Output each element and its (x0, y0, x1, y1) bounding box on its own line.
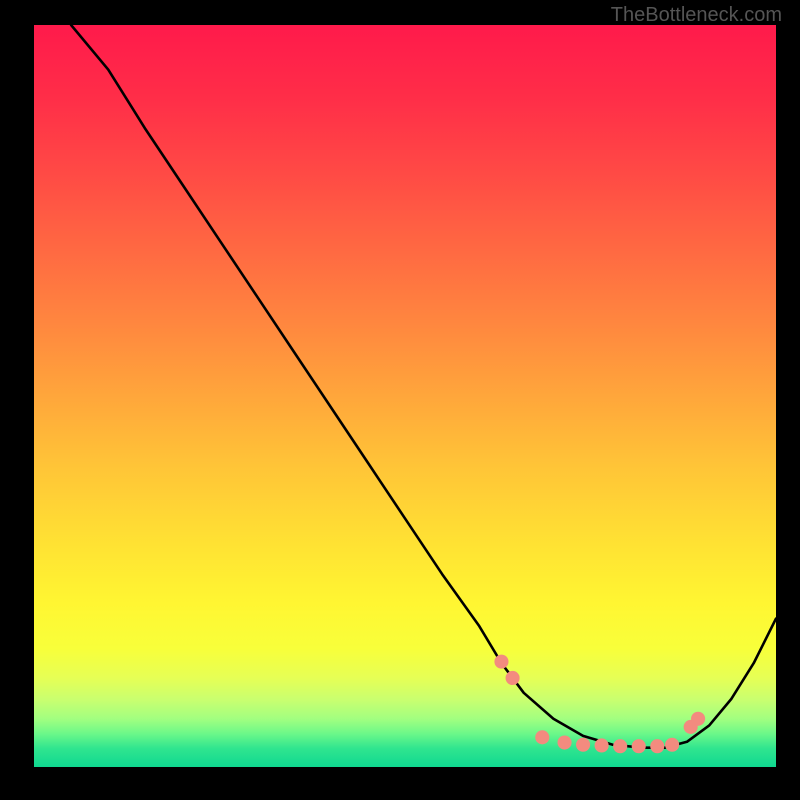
highlight-dot (613, 739, 627, 753)
highlight-dot (535, 730, 549, 744)
watermark-text: TheBottleneck.com (611, 4, 782, 27)
highlight-dot (665, 738, 679, 752)
highlight-dot (691, 712, 705, 726)
plot-area (34, 25, 776, 767)
highlight-dot (595, 738, 609, 752)
highlight-dot (557, 735, 571, 749)
chart-frame: TheBottleneck.com (0, 0, 800, 800)
bottleneck-curve (71, 25, 776, 748)
curve-layer (34, 25, 776, 767)
highlight-dot (650, 739, 664, 753)
highlight-dots (494, 655, 705, 754)
highlight-dot (494, 655, 508, 669)
highlight-dot (506, 671, 520, 685)
highlight-dot (576, 738, 590, 752)
highlight-dot (632, 739, 646, 753)
